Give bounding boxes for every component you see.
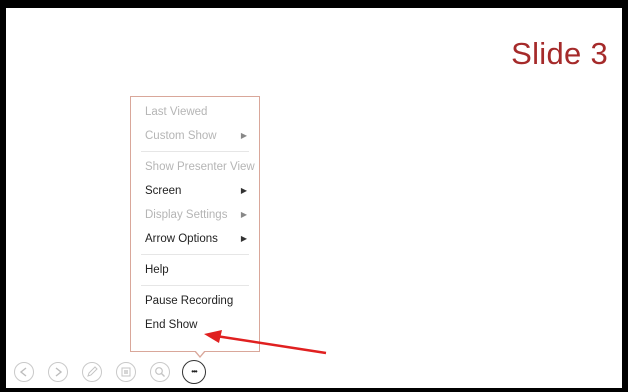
submenu-arrow-icon: ▶ xyxy=(240,131,247,140)
previous-icon xyxy=(19,367,27,377)
menu-item-label: Screen xyxy=(145,185,182,197)
menu-item-label: Help xyxy=(145,264,169,276)
next-icon xyxy=(55,367,63,377)
menu-item-label: Pause Recording xyxy=(145,295,234,307)
slide-title: Slide 3 xyxy=(511,36,608,71)
menu-item-custom-show[interactable]: Custom Show ▶ xyxy=(131,124,259,148)
submenu-arrow-icon: ▶ xyxy=(240,210,247,219)
menu-item-label: Last Viewed xyxy=(145,106,208,118)
menu-item-pause-recording[interactable]: Pause Recording xyxy=(131,289,259,313)
menu-item-help[interactable]: Help xyxy=(131,258,259,282)
menu-item-end-show[interactable]: End Show xyxy=(131,313,259,337)
menu-item-show-presenter-view[interactable]: Show Presenter View xyxy=(131,155,259,179)
pen-icon xyxy=(87,366,98,377)
pen-button[interactable] xyxy=(82,362,102,382)
menu-item-label: Custom Show xyxy=(145,130,217,142)
more-options-button[interactable]: ••• xyxy=(182,360,206,384)
menu-item-arrow-options[interactable]: Arrow Options ▶ xyxy=(131,227,259,251)
menu-item-screen[interactable]: Screen ▶ xyxy=(131,179,259,203)
see-all-slides-button[interactable] xyxy=(116,362,136,382)
submenu-arrow-icon: ▶ xyxy=(240,186,247,195)
menu-separator xyxy=(141,285,249,286)
menu-item-label: Display Settings xyxy=(145,209,228,221)
menu-item-label: End Show xyxy=(145,319,198,331)
menu-item-label: Show Presenter View xyxy=(145,161,255,173)
menu-separator xyxy=(141,254,249,255)
submenu-arrow-icon: ▶ xyxy=(240,234,247,243)
zoom-icon xyxy=(155,367,165,377)
menu-item-label: Arrow Options xyxy=(145,233,218,245)
menu-item-last-viewed[interactable]: Last Viewed xyxy=(131,100,259,124)
next-button[interactable] xyxy=(48,362,68,382)
menu-pointer-notch-fill xyxy=(195,350,205,356)
more-options-icon: ••• xyxy=(191,367,197,376)
menu-separator xyxy=(141,151,249,152)
previous-button[interactable] xyxy=(14,362,34,382)
zoom-button[interactable] xyxy=(150,362,170,382)
slides-grid-icon xyxy=(121,367,131,377)
menu-item-display-settings[interactable]: Display Settings ▶ xyxy=(131,203,259,227)
slideshow-options-menu: Last Viewed Custom Show ▶ Show Presenter… xyxy=(130,96,260,352)
